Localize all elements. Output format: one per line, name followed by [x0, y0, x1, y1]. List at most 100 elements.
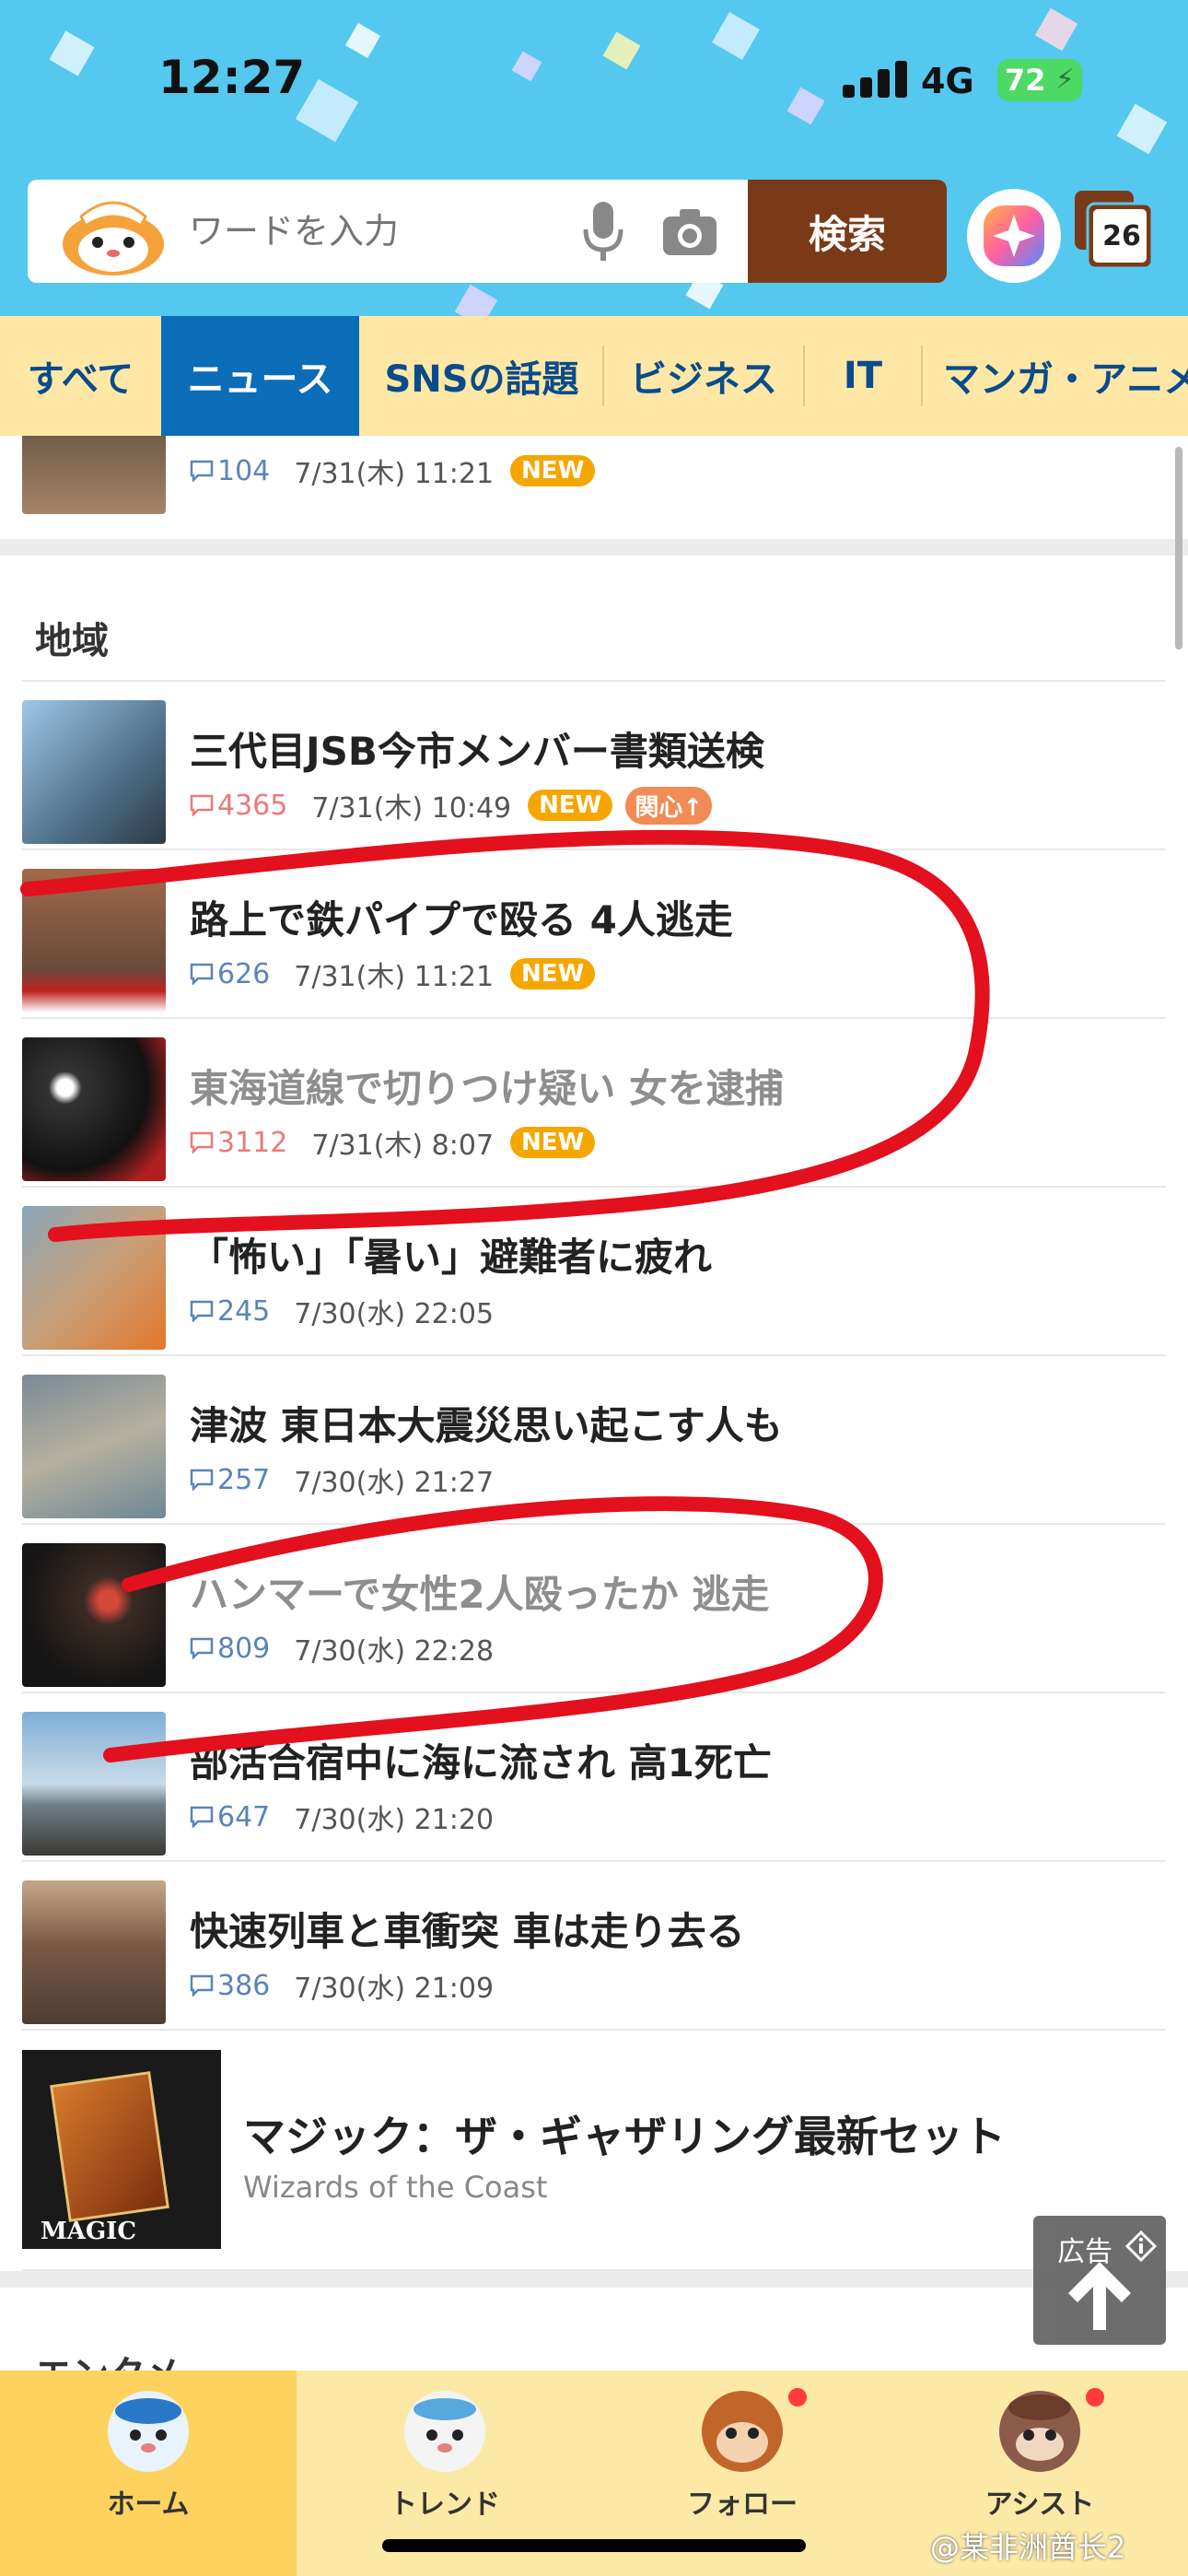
news-meta: 4365 7/31(木) 10:49 NEW 関心↑	[190, 785, 713, 825]
card-art	[50, 2071, 169, 2222]
nav-label: アシスト	[984, 2488, 1095, 2521]
news-item[interactable]: ハンマーで女性2人殴ったか 逃走 809 7/30(水) 22:28	[22, 1525, 1166, 1693]
news-item[interactable]: 「怖い」「暑い」避難者に疲れ 245 7/30(水) 22:05	[22, 1188, 1166, 1356]
comment-icon	[190, 1637, 214, 1659]
comment-icon	[190, 1131, 214, 1153]
ai-assistant-button[interactable]	[967, 189, 1061, 283]
section-divider	[0, 539, 1188, 556]
confetti	[602, 31, 641, 70]
status-time: 12:27	[158, 51, 306, 104]
comment-icon	[190, 1300, 214, 1322]
news-thumbnail	[22, 1375, 166, 1518]
confetti	[344, 22, 381, 59]
scroll-to-top-button[interactable]: 広告	[1033, 2216, 1166, 2345]
news-title: 東海道線で切りつけ疑い 女を逮捕	[190, 1066, 785, 1111]
home-mascot-icon	[108, 2391, 189, 2472]
ad-thumbnail: MAGIC	[22, 2050, 221, 2249]
comment-icon	[190, 1806, 214, 1828]
news-date: 7/30(水) 21:20	[294, 1804, 495, 1836]
confetti	[786, 87, 825, 125]
news-date: 7/31(木) 11:21	[294, 961, 495, 993]
news-item[interactable]: 東海道線で切りつけ疑い 女を逮捕 3112 7/31(木) 8:07 NEW	[22, 1019, 1166, 1188]
search-input[interactable]	[189, 207, 576, 255]
news-date: 7/30(水) 21:27	[294, 1467, 495, 1499]
news-meta: 647 7/30(水) 21:20	[190, 1797, 510, 1837]
search-bar: 検索	[28, 180, 947, 283]
news-thumbnail	[22, 1543, 166, 1687]
tab-business[interactable]: ビジネス	[604, 316, 803, 436]
nav-home[interactable]: ホーム	[0, 2371, 297, 2576]
news-meta: 809 7/30(水) 22:28	[190, 1628, 510, 1669]
tabs-button[interactable]: 26	[1073, 189, 1158, 274]
comment-count: 647	[190, 1801, 270, 1833]
news-feed[interactable]: 104 7/31(木) 11:21 NEW 地域 三代目JSB今市メンバー書類送…	[0, 436, 1188, 2371]
new-badge: NEW	[510, 958, 596, 989]
tab-it[interactable]: IT	[805, 316, 921, 436]
tab-count: 26	[1102, 220, 1141, 252]
mascot-icon	[63, 201, 164, 275]
news-meta: 3112 7/31(木) 8:07 NEW	[190, 1122, 608, 1163]
confetti	[511, 51, 542, 82]
camera-icon[interactable]	[661, 204, 718, 259]
ad-item[interactable]: MAGIC マジック：ザ・ギャザリング最新セット Wizards of the …	[22, 2032, 1166, 2271]
news-title: ハンマーで女性2人殴ったか 逃走	[190, 1572, 770, 1617]
arrow-up-icon	[1068, 2262, 1131, 2330]
assist-mascot-icon	[999, 2391, 1080, 2472]
news-title: 三代目JSB今市メンバー書類送検	[190, 729, 764, 774]
news-title: 部活合宿中に海に流され 高1死亡	[190, 1740, 772, 1786]
news-thumbnail	[22, 700, 166, 844]
news-title: 快速列車と車衝突 車は走り去る	[190, 1909, 745, 1954]
tab-all[interactable]: すべて	[0, 316, 161, 436]
home-indicator	[382, 2539, 806, 2552]
app-root: 12:27 4G 72 ⚡ ワードを入力 検索 26 すべて ニュース SNSの…	[0, 0, 1188, 2576]
news-item[interactable]: 快速列車と車衝突 車は走り去る 386 7/30(水) 21:09	[22, 1862, 1166, 2031]
news-date: 7/31(木) 8:07	[311, 1130, 495, 1162]
confetti	[49, 30, 95, 76]
news-meta: 257 7/30(水) 21:27	[190, 1459, 510, 1500]
microphone-icon[interactable]	[580, 200, 626, 264]
comment-count: 3112	[190, 1127, 287, 1159]
section-title-entertainment: エンタメ	[35, 2345, 181, 2371]
confetti	[712, 12, 760, 60]
comment-icon	[190, 963, 214, 985]
signal-icon	[843, 61, 911, 98]
news-item[interactable]: 路上で鉄パイプで殴る 4人逃走 626 7/31(木) 11:21 NEW	[22, 850, 1166, 1019]
news-date: 7/30(水) 22:05	[294, 1298, 495, 1330]
follow-mascot-icon	[702, 2391, 783, 2472]
nav-label: ホーム	[107, 2488, 190, 2521]
ad-sponsor: Wizards of the Coast	[243, 2170, 548, 2205]
news-title: 路上で鉄パイプで殴る 4人逃走	[190, 897, 733, 943]
section-divider	[0, 2271, 1188, 2288]
tab-news[interactable]: ニュース	[161, 316, 359, 436]
search-button[interactable]: 検索	[748, 180, 947, 283]
news-item[interactable]: 津波 東日本大震災思い起こす人も 257 7/30(水) 21:27	[22, 1356, 1166, 1525]
news-date: 7/30(水) 21:09	[294, 1973, 495, 2005]
news-date: 7/30(水) 22:28	[294, 1635, 495, 1668]
nav-label: フォロー	[687, 2488, 798, 2521]
news-item[interactable]: 三代目JSB今市メンバー書類送検 4365 7/31(木) 10:49 NEW …	[22, 682, 1166, 850]
category-tabs: すべて ニュース SNSの話題 ビジネス IT マンガ・アニメ	[0, 316, 1188, 436]
news-meta: 245 7/30(水) 22:05	[190, 1291, 510, 1331]
tab-manga-anime[interactable]: マンガ・アニメ	[923, 316, 1188, 436]
watermark: @某非洲酋长2	[930, 2530, 1126, 2565]
section-title-region: 地域	[35, 620, 109, 662]
comment-icon	[190, 1974, 214, 1996]
news-thumbnail	[22, 1880, 166, 2024]
notification-dot	[786, 2385, 809, 2409]
comment-count: 809	[190, 1633, 270, 1665]
news-thumbnail	[22, 436, 166, 514]
nav-label: トレンド	[390, 2488, 500, 2521]
confetti	[454, 284, 498, 318]
news-thumbnail	[22, 1206, 166, 1350]
ad-title: マジック：ザ・ギャザリング最新セット	[243, 2112, 1006, 2161]
news-date: 7/31(木) 10:49	[311, 792, 512, 825]
news-item[interactable]: 部活合宿中に海に流され 高1死亡 647 7/30(水) 21:20	[22, 1693, 1166, 1862]
scrollbar[interactable]	[1175, 447, 1182, 650]
list-item-partial[interactable]: 104 7/31(木) 11:21 NEW	[22, 436, 1166, 530]
news-meta: 386 7/30(水) 21:09	[190, 1965, 510, 2006]
sparkle-icon	[984, 205, 1044, 266]
news-title: 津波 東日本大震災思い起こす人も	[190, 1403, 783, 1448]
comment-count: 245	[190, 1295, 270, 1328]
tab-sns-topics[interactable]: SNSの話題	[361, 316, 602, 436]
news-thumbnail	[22, 1712, 166, 1856]
